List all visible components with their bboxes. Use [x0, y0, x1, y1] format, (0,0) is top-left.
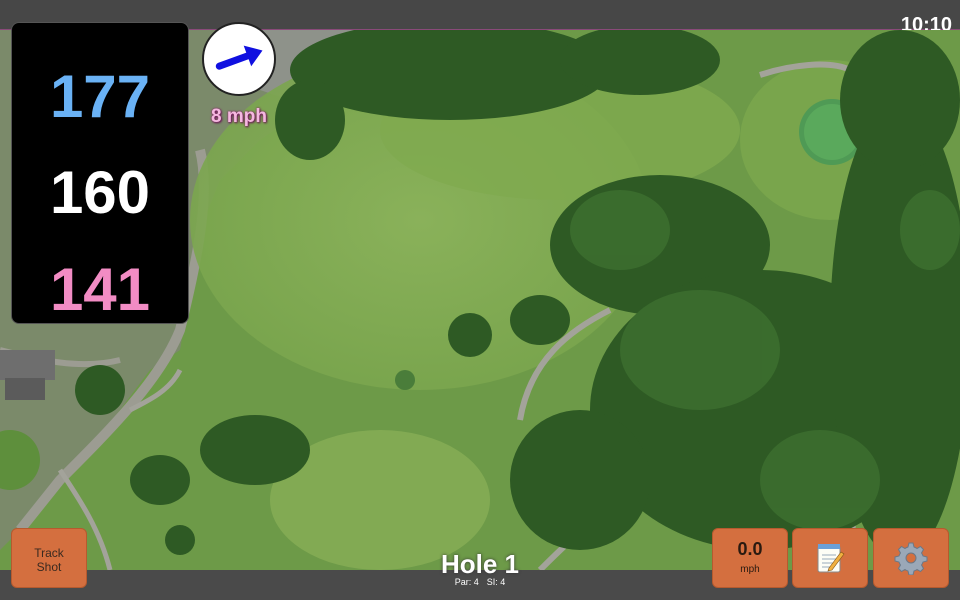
speed-button[interactable]: 0.0 mph	[712, 528, 788, 588]
track-shot-label-1: Track	[34, 546, 64, 560]
gear-icon	[894, 542, 928, 575]
speed-unit: mph	[740, 564, 760, 575]
wind-compass[interactable]	[202, 22, 276, 96]
hole-si: SI: 4	[486, 577, 506, 587]
hole-title: Hole 1	[440, 549, 520, 579]
notepad-icon	[817, 544, 845, 573]
hole-par: Par: 4	[454, 577, 479, 587]
back-distance: 177	[49, 63, 151, 130]
track-shot-button[interactable]: Track Shot	[11, 528, 87, 588]
distance-panel: 177 160 141	[11, 22, 189, 324]
wind-arrow-icon	[215, 45, 263, 70]
wind-speed: 8 mph	[211, 106, 267, 127]
speed-value: 0.0	[737, 539, 763, 559]
track-shot-label-2: Shot	[36, 560, 62, 574]
middle-distance: 160	[49, 159, 151, 226]
notes-button[interactable]	[792, 528, 868, 588]
front-distance: 141	[49, 256, 151, 323]
hole-info: Par: 4 SI: 4	[380, 577, 580, 587]
settings-button[interactable]	[873, 528, 949, 588]
